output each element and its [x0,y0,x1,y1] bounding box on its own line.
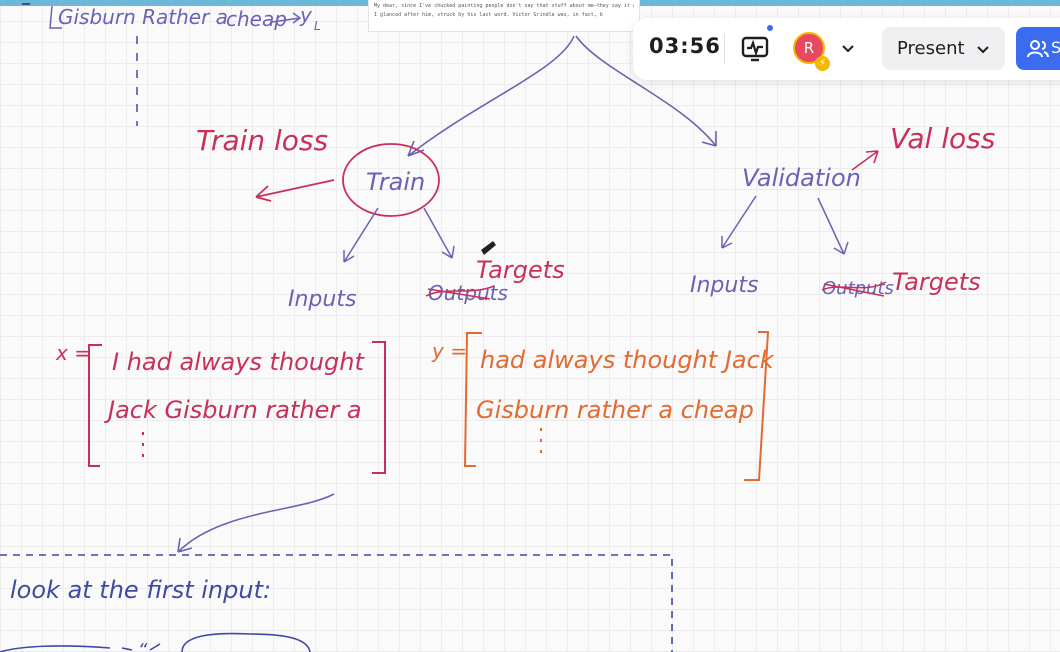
activity-icon [741,36,769,62]
train-outputs-arrow [423,207,455,259]
whiteboard-canvas[interactable]: Gisburn Rather a cheap y L Train loss Tr… [0,0,1060,652]
train-targets-label: Targets [476,256,565,284]
share-button[interactable]: Share [1016,27,1060,70]
top-note-cheap: cheap [226,7,287,31]
notification-dot [767,25,773,31]
people-icon [1027,40,1049,58]
val-outputs-arrow [817,197,849,255]
top-right-toolbar: 03:56 R ⚡ Present Share [633,18,1060,80]
arrow-to-train [407,35,575,157]
activity-button[interactable] [739,33,771,65]
x-row-1: I had always thought [112,348,365,376]
present-button-label: Present [897,38,965,59]
top-note-y-sub: L [314,19,321,33]
val-loss-arrow [851,150,879,171]
present-button[interactable]: Present [882,27,1005,70]
train-loss-arrow [255,179,335,202]
val-inputs-label: Inputs [690,273,758,298]
val-loss-label: Val loss [890,122,995,155]
look-at-first-input-note: look at the first input: [10,576,271,604]
arrow-to-note-box [177,493,335,553]
validation-label: Validation [742,164,861,192]
y-label: y = [431,339,467,363]
x-label: x = [55,341,91,365]
y-row-1: had always thought Jack [480,346,775,374]
share-button-label: Share [1051,38,1060,57]
top-note-y: y [299,3,313,27]
x-row-2: Jack Gisburn rather a [104,396,362,424]
bottom-cut-writing [0,643,161,652]
present-chevron-down-icon [977,46,989,54]
toolbar-divider [724,34,725,64]
y-row-2: Gisburn rather a cheap [476,396,754,424]
top-note-text: Gisburn Rather a [58,5,228,29]
pen-cursor-icon [481,241,496,255]
train-label: Train [366,168,425,196]
train-outputs-label-struck: Outputs [428,281,508,305]
bottom-cut-ellipse [181,632,311,652]
val-targets-label: Targets [892,268,981,296]
x-matrix-right-bracket [372,341,386,474]
bottom-quote-mark: “ [138,640,148,652]
session-timer: 03:56 [649,34,721,58]
train-loss-label: Train loss [196,124,328,157]
train-inputs-label: Inputs [288,287,356,312]
chevron-down-icon[interactable] [841,41,855,55]
train-inputs-arrow [343,207,379,263]
val-inputs-arrow [721,195,757,249]
lightning-icon: ⚡ [815,56,830,71]
